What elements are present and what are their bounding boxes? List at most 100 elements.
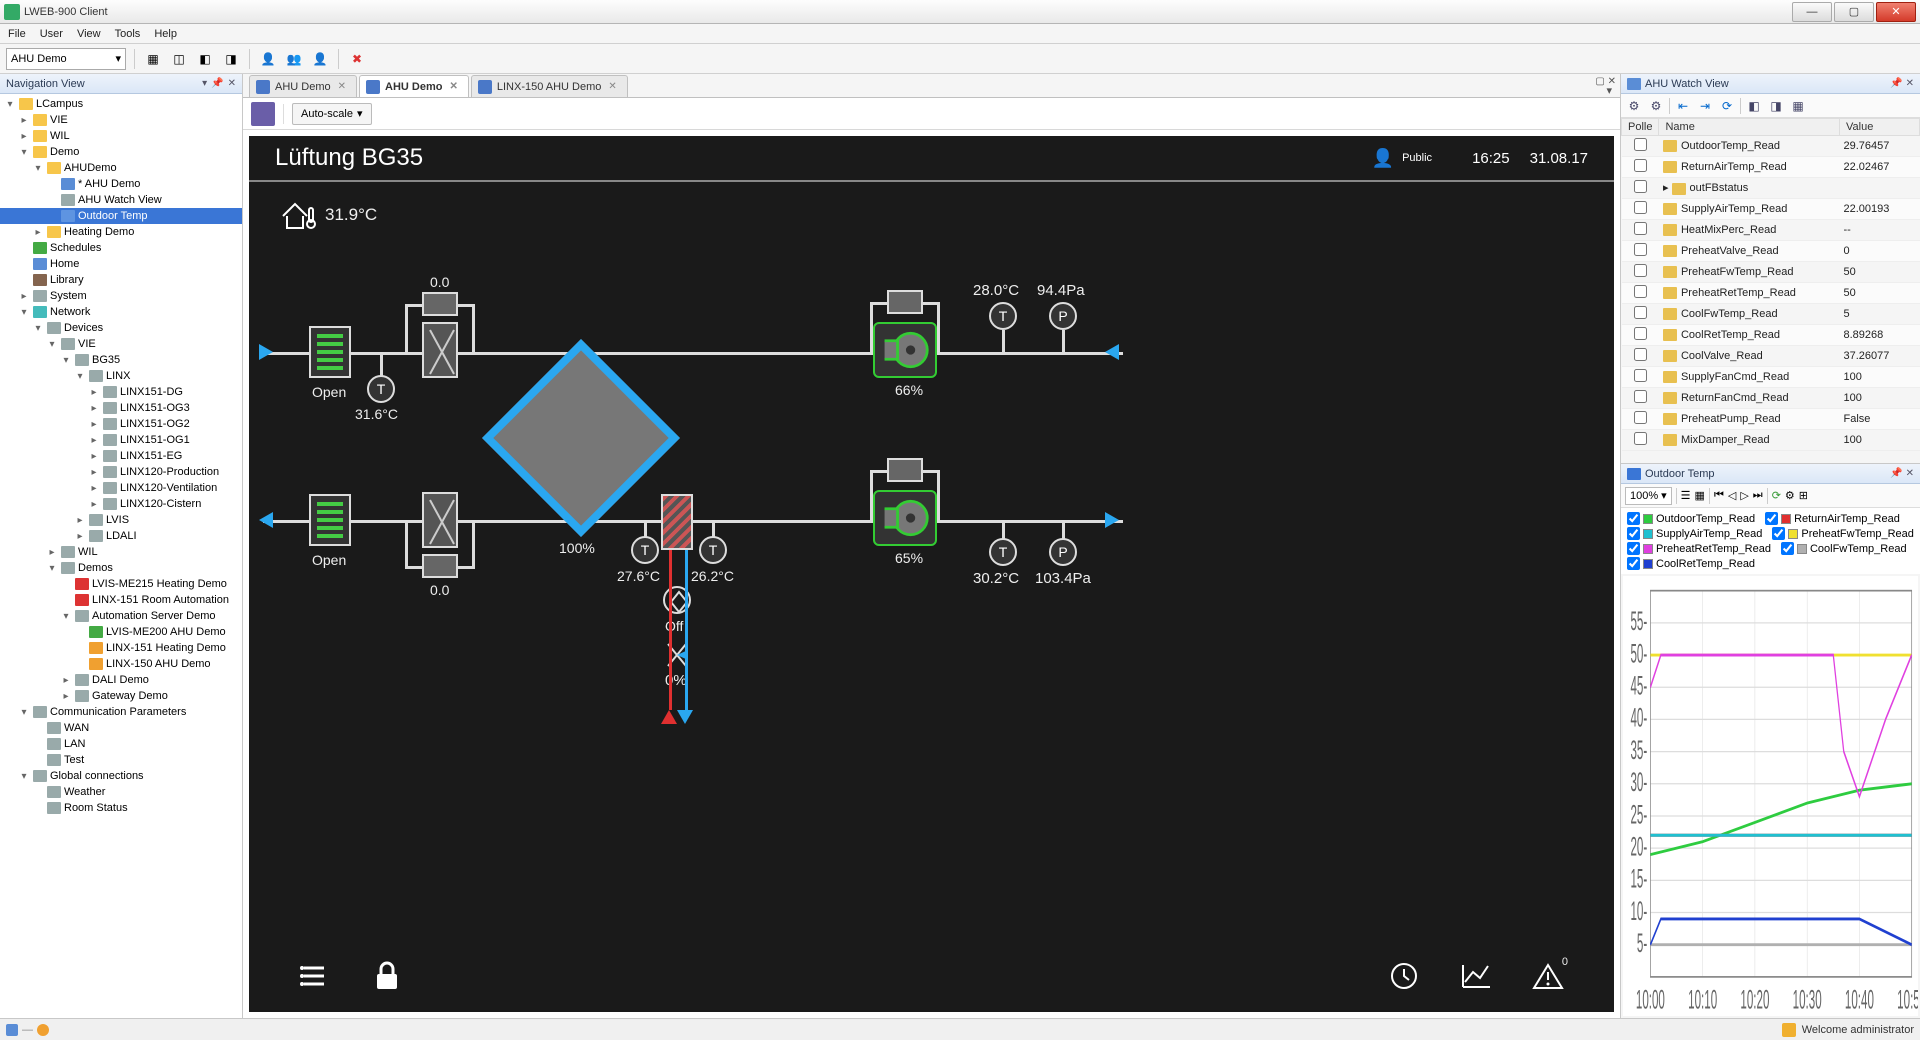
- watch-row[interactable]: CoolRetTemp_Read8.89268: [1622, 325, 1920, 346]
- legend-checkbox[interactable]: [1772, 527, 1785, 540]
- first-icon[interactable]: ⏮: [1714, 489, 1724, 502]
- close-button[interactable]: ✕: [1876, 2, 1916, 22]
- refresh-icon[interactable]: ⟳: [1718, 97, 1736, 115]
- watch-view-header[interactable]: AHU Watch View 📌 ✕: [1621, 74, 1920, 94]
- tree-node[interactable]: LAN: [0, 736, 242, 752]
- toolbar-btn-1[interactable]: ▦: [143, 49, 163, 69]
- trend-btn[interactable]: ☰: [1681, 489, 1691, 502]
- watch-btn[interactable]: ⇤: [1674, 97, 1692, 115]
- trend-header[interactable]: Outdoor Temp 📌 ✕: [1621, 464, 1920, 484]
- tree-node[interactable]: ▾Devices: [0, 320, 242, 336]
- tree-node[interactable]: ▸System: [0, 288, 242, 304]
- delete-icon[interactable]: ✖: [347, 49, 367, 69]
- menu-view[interactable]: View: [77, 28, 101, 40]
- tree-node[interactable]: ▸LVIS: [0, 512, 242, 528]
- return-fan[interactable]: [873, 490, 937, 546]
- tree-node[interactable]: ▸LDALI: [0, 528, 242, 544]
- watch-row[interactable]: PreheatValve_Read0: [1622, 241, 1920, 262]
- hvac-diagram[interactable]: Lüftung BG35 👤Public 16:25 31.08.17 31.9…: [249, 136, 1614, 1012]
- legend-item[interactable]: CoolRetTemp_Read: [1627, 557, 1755, 570]
- tree-node[interactable]: Test: [0, 752, 242, 768]
- watch-row[interactable]: CoolFwTemp_Read5: [1622, 304, 1920, 325]
- tree-node[interactable]: ▾VIE: [0, 336, 242, 352]
- minimize-button[interactable]: —: [1792, 2, 1832, 22]
- legend-item[interactable]: CoolFwTemp_Read: [1781, 542, 1907, 555]
- col-name[interactable]: Name: [1659, 119, 1840, 136]
- row-checkbox[interactable]: [1634, 222, 1647, 235]
- heat-exchanger[interactable]: [482, 339, 680, 537]
- watch-row[interactable]: HeatMixPerc_Read--: [1622, 220, 1920, 241]
- lock-icon[interactable]: [371, 960, 403, 992]
- dropdown-icon[interactable]: ▾: [202, 78, 207, 89]
- last-icon[interactable]: ⏭: [1753, 489, 1763, 502]
- watch-row[interactable]: OutdoorTemp_Read29.76457: [1622, 136, 1920, 157]
- supply-fan[interactable]: [873, 322, 937, 378]
- close-all-icon[interactable]: ▢ ✕: [1595, 76, 1616, 87]
- tree-node[interactable]: ▾LCampus: [0, 96, 242, 112]
- exhaust-damper[interactable]: [309, 494, 351, 546]
- toolbar-btn-2[interactable]: ◫: [169, 49, 189, 69]
- menu-tools[interactable]: Tools: [115, 28, 141, 40]
- col-polle[interactable]: Polle: [1622, 119, 1659, 136]
- tree-node[interactable]: LINX-150 AHU Demo: [0, 656, 242, 672]
- col-value[interactable]: Value: [1840, 119, 1920, 136]
- row-checkbox[interactable]: [1634, 327, 1647, 340]
- tree-node[interactable]: Home: [0, 256, 242, 272]
- row-checkbox[interactable]: [1634, 411, 1647, 424]
- legend-item[interactable]: OutdoorTemp_Read: [1627, 512, 1755, 525]
- tree-node[interactable]: Weather: [0, 784, 242, 800]
- watch-row[interactable]: PreheatFwTemp_Read50: [1622, 262, 1920, 283]
- pin-icon[interactable]: 📌 ✕: [1890, 468, 1914, 479]
- tree-node[interactable]: ▸LINX151-DG: [0, 384, 242, 400]
- row-checkbox[interactable]: [1634, 264, 1647, 277]
- watch-row[interactable]: CoolValve_Read37.26077: [1622, 346, 1920, 367]
- watch-row[interactable]: PreheatPump_ReadFalse: [1622, 409, 1920, 430]
- watch-row[interactable]: SupplyAirTemp_Read22.00193: [1622, 199, 1920, 220]
- tab-close-icon[interactable]: ✕: [449, 81, 457, 92]
- tab-ahu-demo-2[interactable]: AHU Demo✕: [359, 75, 469, 97]
- watch-row[interactable]: ReturnFanCmd_Read100: [1622, 388, 1920, 409]
- tree-node[interactable]: ▸LINX120-Cistern: [0, 496, 242, 512]
- trend-icon[interactable]: [1460, 960, 1492, 992]
- row-checkbox[interactable]: [1634, 138, 1647, 151]
- watch-btn[interactable]: ◨: [1767, 97, 1785, 115]
- legend-checkbox[interactable]: [1765, 512, 1778, 525]
- tree-node[interactable]: * AHU Demo: [0, 176, 242, 192]
- navigation-tree[interactable]: ▾LCampus▸VIE▸WIL▾Demo▾AHUDemo * AHU Demo…: [0, 94, 242, 1018]
- row-checkbox[interactable]: [1634, 159, 1647, 172]
- legend-item[interactable]: ReturnAirTemp_Read: [1765, 512, 1900, 525]
- next-icon[interactable]: ▷: [1740, 489, 1748, 502]
- legend-checkbox[interactable]: [1627, 512, 1640, 525]
- watch-row[interactable]: PreheatRetTemp_Read50: [1622, 283, 1920, 304]
- tree-node[interactable]: ▸LINX120-Ventilation: [0, 480, 242, 496]
- tree-node[interactable]: LVIS-ME215 Heating Demo: [0, 576, 242, 592]
- tree-node[interactable]: ▾Communication Parameters: [0, 704, 242, 720]
- legend-checkbox[interactable]: [1627, 542, 1640, 555]
- legend-checkbox[interactable]: [1627, 557, 1640, 570]
- watch-btn[interactable]: ⚙: [1625, 97, 1643, 115]
- watch-btn[interactable]: ◧: [1745, 97, 1763, 115]
- trend-btn[interactable]: ⚙: [1785, 489, 1795, 502]
- pin-icon[interactable]: 📌: [211, 78, 223, 89]
- tree-node[interactable]: ▸LINX151-EG: [0, 448, 242, 464]
- row-checkbox[interactable]: [1634, 432, 1647, 445]
- tree-node[interactable]: Room Status: [0, 800, 242, 816]
- tree-node[interactable]: ▸VIE: [0, 112, 242, 128]
- row-checkbox[interactable]: [1634, 180, 1647, 193]
- menu-help[interactable]: Help: [154, 28, 177, 40]
- tree-node[interactable]: ▸LINX151-OG2: [0, 416, 242, 432]
- tab-close-icon[interactable]: ✕: [338, 81, 346, 92]
- trend-btn[interactable]: ⊞: [1799, 489, 1808, 502]
- tree-node[interactable]: ▸LINX151-OG3: [0, 400, 242, 416]
- legend-checkbox[interactable]: [1781, 542, 1794, 555]
- intake-damper[interactable]: [309, 326, 351, 378]
- close-pane-icon[interactable]: ✕: [228, 78, 236, 89]
- row-checkbox[interactable]: [1634, 285, 1647, 298]
- tree-node[interactable]: LVIS-ME200 AHU Demo: [0, 624, 242, 640]
- users-icon[interactable]: 👥: [284, 49, 304, 69]
- pin-icon[interactable]: 📌 ✕: [1890, 78, 1914, 89]
- tree-node[interactable]: Schedules: [0, 240, 242, 256]
- tree-node[interactable]: ▾AHUDemo: [0, 160, 242, 176]
- row-checkbox[interactable]: [1634, 201, 1647, 214]
- tree-node[interactable]: ▸Heating Demo: [0, 224, 242, 240]
